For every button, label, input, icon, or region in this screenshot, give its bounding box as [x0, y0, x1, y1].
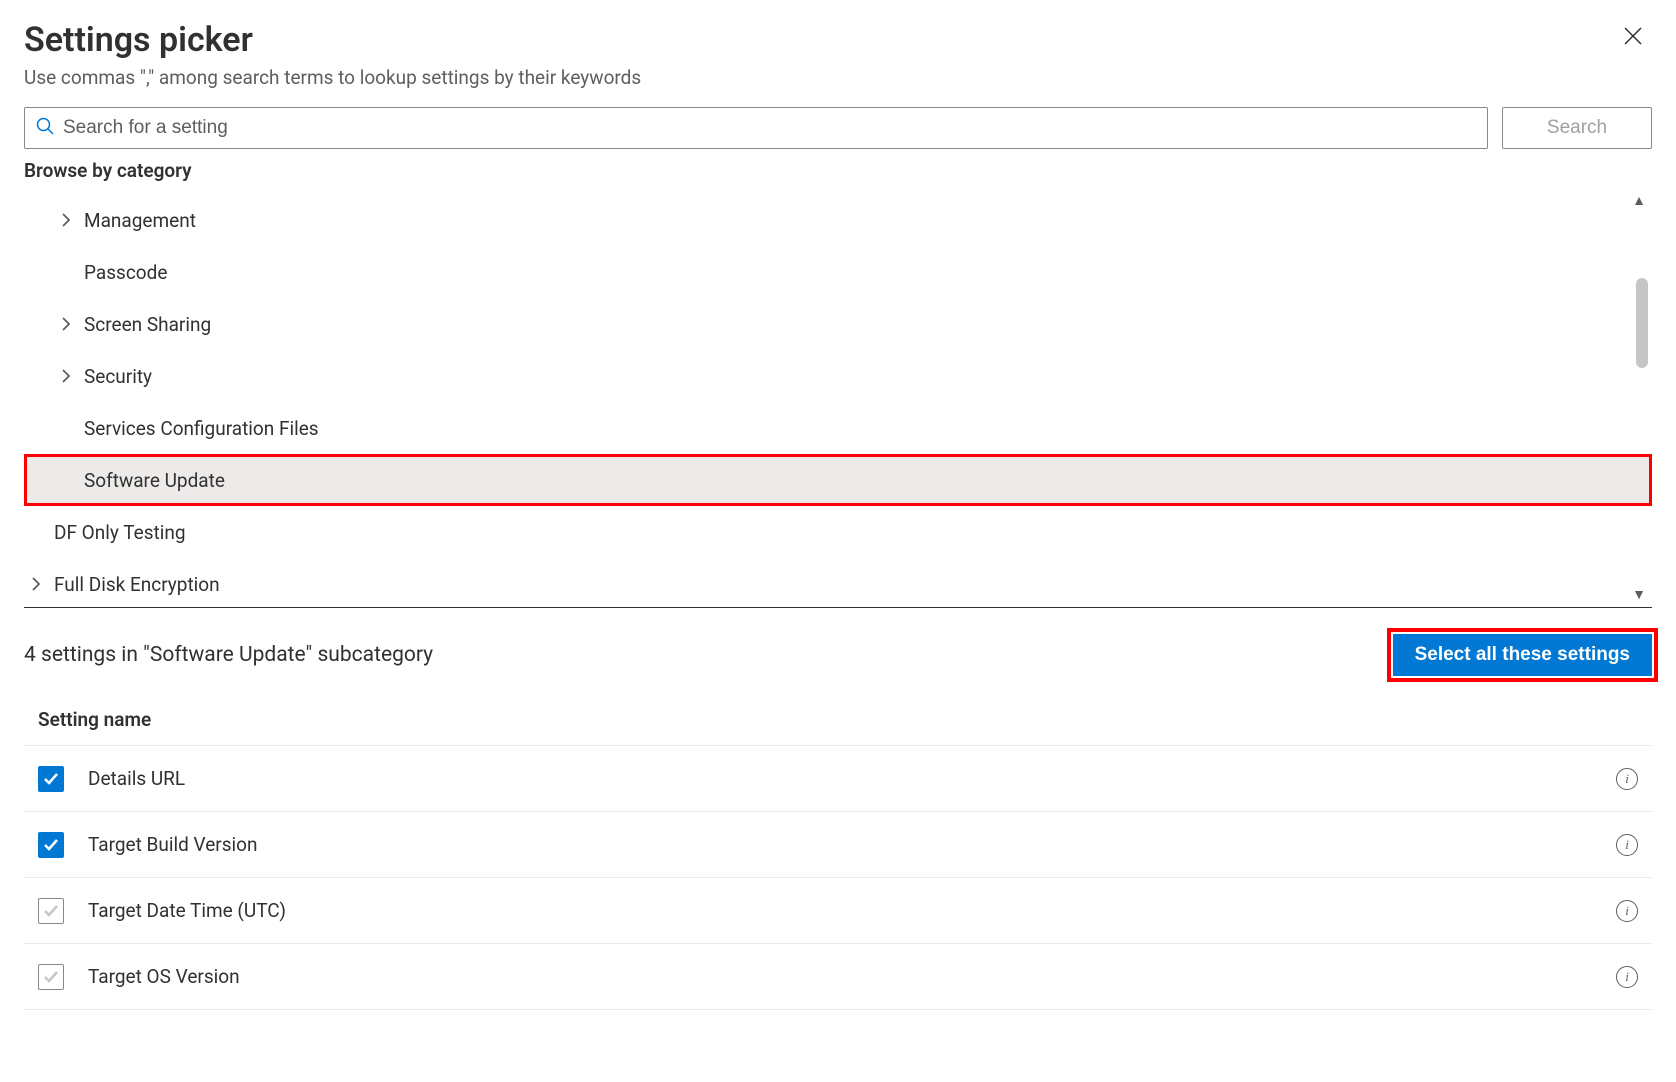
category-item[interactable]: Services Configuration Files — [24, 402, 1652, 454]
search-icon — [35, 116, 55, 140]
setting-row[interactable]: Details URLi — [24, 746, 1652, 812]
info-icon[interactable]: i — [1616, 966, 1638, 988]
setting-name-label: Details URL — [88, 767, 1616, 790]
chevron-right-icon — [58, 316, 78, 332]
search-input[interactable] — [55, 117, 1477, 139]
search-box[interactable] — [24, 107, 1488, 149]
scroll-up-icon[interactable]: ▲ — [1632, 192, 1646, 209]
subcategory-summary: 4 settings in "Software Update" subcateg… — [24, 643, 433, 667]
page-subtitle: Use commas "," among search terms to loo… — [24, 66, 641, 89]
setting-row[interactable]: Target Build Versioni — [24, 812, 1652, 878]
category-item[interactable]: Management — [24, 194, 1652, 246]
category-label: Security — [84, 365, 152, 388]
category-label: Screen Sharing — [84, 313, 211, 336]
setting-checkbox[interactable] — [38, 898, 64, 924]
category-label: Passcode — [84, 261, 167, 284]
setting-name-label: Target Date Time (UTC) — [88, 899, 1616, 922]
setting-name-label: Target OS Version — [88, 965, 1616, 988]
browse-by-category-label: Browse by category — [24, 159, 1652, 182]
close-icon — [1622, 21, 1644, 54]
search-button[interactable]: Search — [1502, 107, 1652, 149]
scroll-down-icon[interactable]: ▼ — [1632, 586, 1646, 603]
info-icon[interactable]: i — [1616, 768, 1638, 790]
column-header-setting-name: Setting name — [24, 698, 1652, 746]
setting-checkbox[interactable] — [38, 832, 64, 858]
setting-checkbox[interactable] — [38, 964, 64, 990]
chevron-right-icon — [28, 576, 48, 592]
info-icon[interactable]: i — [1616, 900, 1638, 922]
setting-row[interactable]: Target OS Versioni — [24, 944, 1652, 1010]
setting-checkbox[interactable] — [38, 766, 64, 792]
chevron-right-icon — [58, 368, 78, 384]
category-item[interactable]: Passcode — [24, 246, 1652, 298]
select-all-settings-button[interactable]: Select all these settings — [1393, 634, 1652, 676]
setting-row[interactable]: Target Date Time (UTC)i — [24, 878, 1652, 944]
scrollbar-thumb[interactable] — [1636, 278, 1648, 368]
category-tree: ▲ ▼ Management Passcode Screen Sharing Secu… — [24, 188, 1652, 608]
close-button[interactable] — [1614, 20, 1652, 56]
category-item[interactable]: Software Update — [24, 454, 1652, 506]
chevron-right-icon — [58, 212, 78, 228]
category-label: Full Disk Encryption — [54, 573, 220, 596]
category-item[interactable]: Full Disk Encryption — [24, 558, 1652, 608]
category-item[interactable]: DF Only Testing — [24, 506, 1652, 558]
category-label: DF Only Testing — [54, 521, 186, 544]
page-title: Settings picker — [24, 20, 641, 60]
category-item[interactable]: Screen Sharing — [24, 298, 1652, 350]
info-icon[interactable]: i — [1616, 834, 1638, 856]
setting-name-label: Target Build Version — [88, 833, 1616, 856]
category-label: Software Update — [84, 469, 225, 492]
category-label: Services Configuration Files — [84, 417, 319, 440]
category-item[interactable]: Security — [24, 350, 1652, 402]
category-label: Management — [84, 209, 196, 232]
